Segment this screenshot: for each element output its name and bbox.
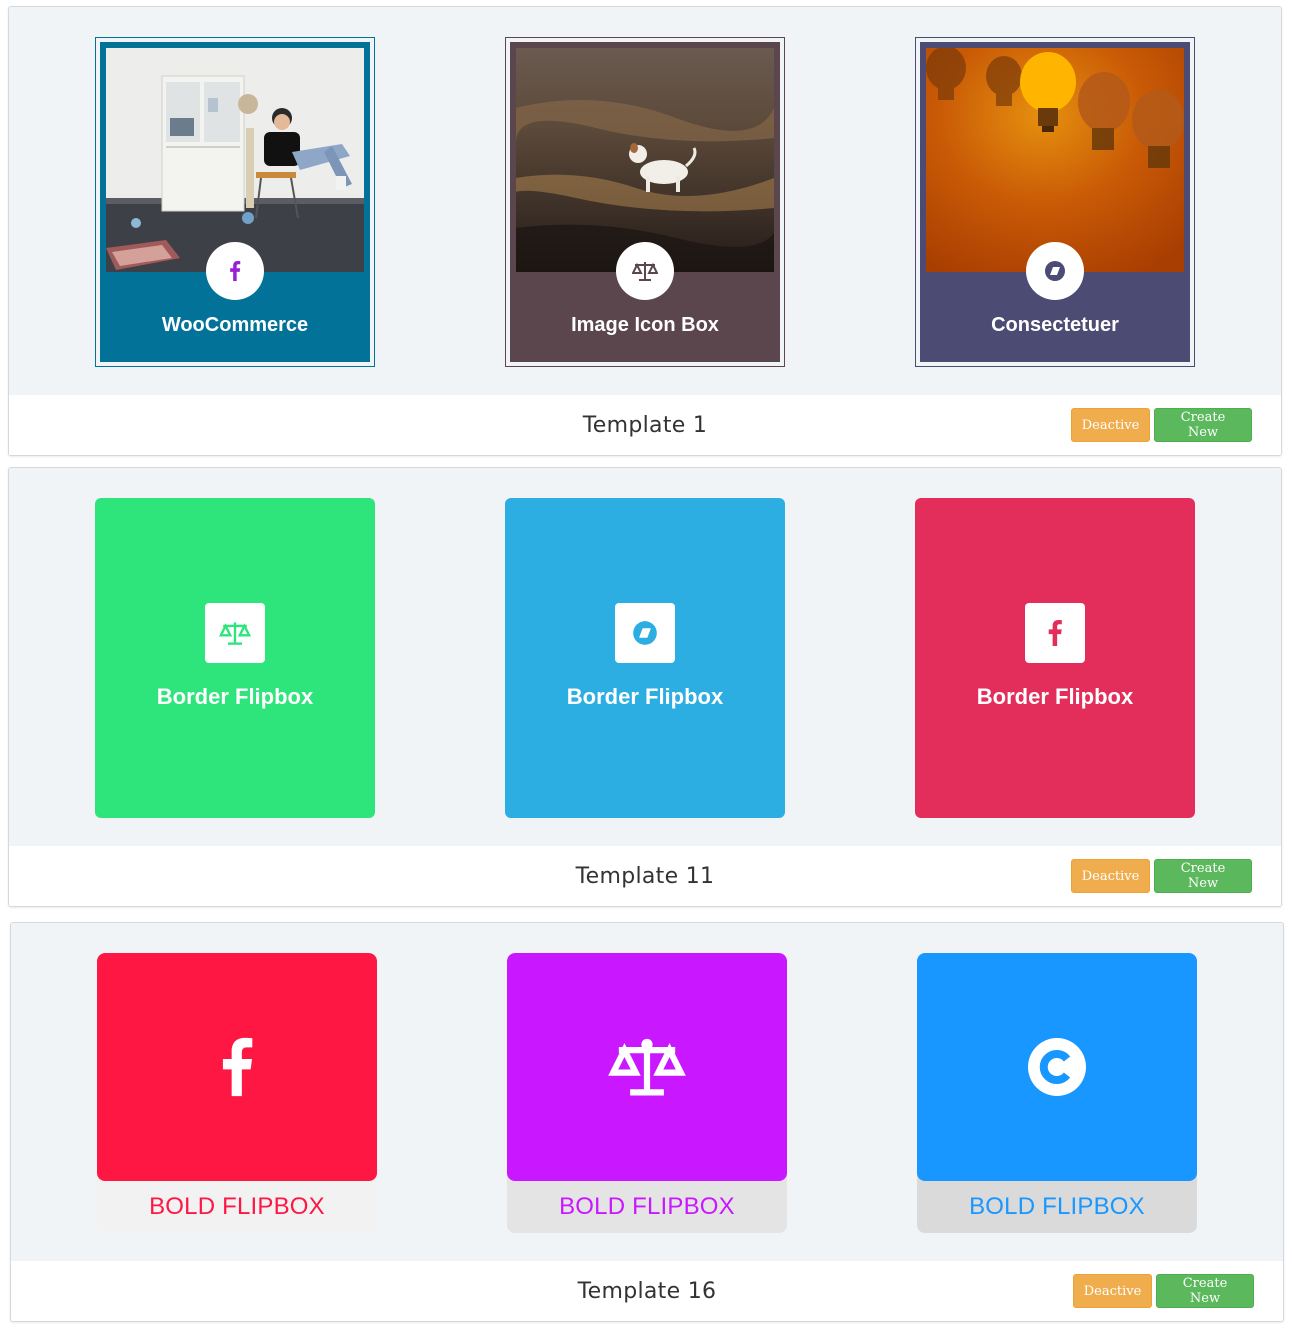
card-label: WooCommerce xyxy=(161,314,309,336)
template-16-card-2[interactable]: BOLD FLIPBOX xyxy=(507,953,787,1233)
scale-icon xyxy=(632,262,658,281)
template-11-card-3[interactable]: Border Flipbox xyxy=(915,498,1195,818)
scale-icon-circle xyxy=(616,242,674,300)
template-11-footer: Template 11 Deactive Create New xyxy=(9,846,1281,906)
create-new-button[interactable]: Create New xyxy=(1154,408,1252,442)
card-label: Border Flipbox xyxy=(566,684,724,709)
shape-icon-circle xyxy=(1026,242,1084,300)
card-label: Image Icon Box xyxy=(571,314,719,336)
card-label: BOLD FLIPBOX xyxy=(149,1193,325,1220)
facebook-icon-box xyxy=(1025,603,1085,663)
create-new-button[interactable]: Create New xyxy=(1156,1274,1254,1308)
lightbulb-photo xyxy=(926,48,1184,272)
facebook-icon xyxy=(230,261,241,281)
template-16-card-1[interactable]: BOLD FLIPBOX xyxy=(97,953,377,1233)
facebook-icon xyxy=(222,1037,253,1097)
card-label: Border Flipbox xyxy=(976,684,1134,709)
shape-icon-box xyxy=(615,603,675,663)
template-11-card-1[interactable]: Border Flipbox xyxy=(95,498,375,818)
template-1-card-consectetuer[interactable]: Consectetuer xyxy=(915,37,1195,367)
template-1-card-woocommerce[interactable]: WooCommerce xyxy=(95,37,375,367)
card-label: BOLD FLIPBOX xyxy=(969,1193,1145,1220)
template-11-panel: Border Flipbox Border Flipbox Border Fli… xyxy=(8,467,1282,907)
shape-icon xyxy=(1045,261,1065,281)
deactive-button[interactable]: Deactive xyxy=(1071,859,1150,893)
scale-icon-box xyxy=(205,603,265,663)
create-new-button[interactable]: Create New xyxy=(1154,859,1252,893)
copyright-icon xyxy=(1028,1038,1086,1096)
template-11-preview: Border Flipbox Border Flipbox Border Fli… xyxy=(9,468,1281,848)
facebook-icon xyxy=(1048,620,1062,646)
deactive-button[interactable]: Deactive xyxy=(1073,1274,1152,1308)
card-label: BOLD FLIPBOX xyxy=(559,1193,735,1220)
template-16-footer: Template 16 Deactive Create New xyxy=(11,1261,1283,1321)
template-16-panel: BOLD FLIPBOX BOLD FLIPBOX BOLD FLIPBOX T… xyxy=(10,922,1284,1322)
room-photo xyxy=(106,48,364,272)
shape-icon xyxy=(633,621,657,645)
template-16-preview: BOLD FLIPBOX BOLD FLIPBOX BOLD FLIPBOX xyxy=(11,923,1283,1263)
template-1-panel: WooCommerce Image Icon Box Consectetuer … xyxy=(8,6,1282,456)
card-label: Consectetuer xyxy=(991,314,1119,336)
template-1-preview: WooCommerce Image Icon Box Consectetuer xyxy=(9,7,1281,397)
dog-photo xyxy=(516,48,774,272)
scale-icon xyxy=(608,1038,686,1096)
deactive-button[interactable]: Deactive xyxy=(1071,408,1150,442)
template-11-card-2[interactable]: Border Flipbox xyxy=(505,498,785,818)
template-16-card-3[interactable]: BOLD FLIPBOX xyxy=(917,953,1197,1233)
template-1-footer: Template 1 Deactive Create New xyxy=(9,395,1281,455)
card-label: Border Flipbox xyxy=(156,684,314,709)
facebook-icon-circle xyxy=(206,242,264,300)
template-1-card-image-icon-box[interactable]: Image Icon Box xyxy=(505,37,785,367)
scale-icon xyxy=(219,622,251,645)
